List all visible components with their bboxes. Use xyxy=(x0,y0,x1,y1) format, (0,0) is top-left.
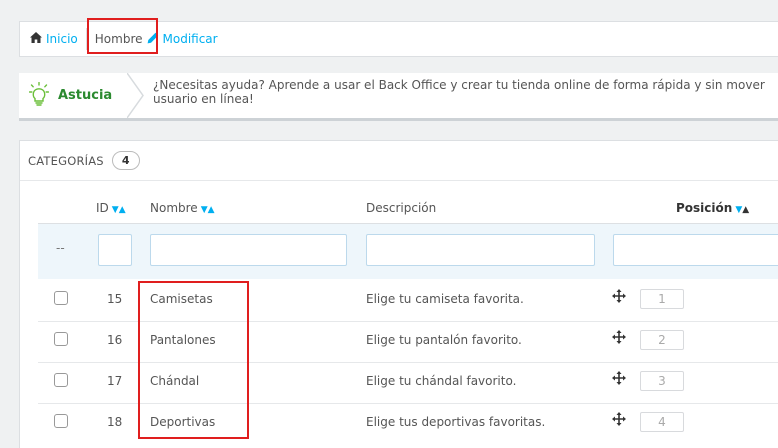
breadcrumb-edit[interactable]: Modificar xyxy=(147,22,218,56)
row-id: 16 xyxy=(107,333,123,347)
position-value: 1 xyxy=(640,289,684,309)
drag-handle-icon[interactable] xyxy=(612,371,626,388)
table-row: 16 Pantalones Elige tu pantalón favorito… xyxy=(38,322,778,363)
drag-handle-icon[interactable] xyxy=(612,412,626,429)
filter-row: -- xyxy=(38,224,778,279)
breadcrumb-current: Hombre xyxy=(94,32,143,46)
table-header: ID ▼▲ Nombre ▼▲ Descripción Posición ▼▲ xyxy=(38,193,778,224)
row-name: Chándal xyxy=(150,374,200,388)
position-value: 2 xyxy=(640,330,684,350)
breadcrumb-separator xyxy=(85,28,87,50)
column-header-name[interactable]: Nombre ▼▲ xyxy=(150,201,215,215)
lightbulb-icon xyxy=(28,81,50,109)
column-header-id[interactable]: ID ▼▲ xyxy=(96,201,126,215)
row-name: Pantalones xyxy=(150,333,216,347)
tip-banner: Astucia ¿Necesitas ayuda? Aprende a usar… xyxy=(19,73,778,121)
tip-message: ¿Necesitas ayuda? Aprende a usar el Back… xyxy=(153,78,778,106)
column-header-position-label: Posición xyxy=(676,201,733,215)
count-badge: 4 xyxy=(111,151,140,170)
table-row: 18 Deportivas Elige tus deportivas favor… xyxy=(38,404,778,444)
row-id: 18 xyxy=(107,415,123,429)
filter-placeholder-dash: -- xyxy=(56,241,65,255)
panel-divider xyxy=(20,180,778,181)
row-checkbox[interactable] xyxy=(54,373,68,387)
breadcrumb-home[interactable]: Inicio xyxy=(30,22,78,56)
filter-description-input[interactable] xyxy=(366,234,595,266)
drag-handle-icon[interactable] xyxy=(612,289,626,306)
row-name: Camisetas xyxy=(150,292,213,306)
filter-name-input[interactable] xyxy=(150,234,347,266)
row-description: Elige tus deportivas favoritas. xyxy=(366,415,546,429)
pencil-icon xyxy=(147,32,159,47)
table-row: 17 Chándal Elige tu chándal favorito. 3 xyxy=(38,363,778,404)
drag-handle-icon[interactable] xyxy=(612,330,626,347)
row-id: 15 xyxy=(107,292,123,306)
filter-position-input[interactable] xyxy=(613,234,778,266)
row-description: Elige tu camiseta favorita. xyxy=(366,292,524,306)
tip-message-line2: usuario en línea! xyxy=(153,92,254,106)
row-id: 17 xyxy=(107,374,123,388)
column-header-position[interactable]: Posición ▼▲ xyxy=(676,201,749,215)
row-description: Elige tu pantalón favorito. xyxy=(366,333,522,347)
row-description: Elige tu chándal favorito. xyxy=(366,374,517,388)
filter-id-input[interactable] xyxy=(98,234,132,266)
row-checkbox[interactable] xyxy=(54,414,68,428)
breadcrumb: Inicio Hombre Modificar xyxy=(19,21,778,57)
tip-label: Astucia xyxy=(19,73,127,118)
column-header-id-label: ID xyxy=(96,201,109,215)
panel-heading: CATEGORÍAS 4 xyxy=(28,151,140,170)
position-value: 4 xyxy=(640,412,684,432)
home-icon xyxy=(30,32,42,46)
breadcrumb-edit-label[interactable]: Modificar xyxy=(163,32,218,46)
table-row: 15 Camisetas Elige tu camiseta favorita.… xyxy=(38,281,778,322)
position-value: 3 xyxy=(640,371,684,391)
row-checkbox[interactable] xyxy=(54,332,68,346)
tip-message-line1: ¿Necesitas ayuda? Aprende a usar el Back… xyxy=(153,78,765,92)
tip-chevron-divider xyxy=(127,73,144,118)
column-header-name-label: Nombre xyxy=(150,201,198,215)
row-checkbox[interactable] xyxy=(54,291,68,305)
row-name: Deportivas xyxy=(150,415,216,429)
panel-title: CATEGORÍAS xyxy=(28,153,104,168)
sort-arrows-icon[interactable]: ▼▲ xyxy=(201,205,215,215)
column-header-description: Descripción xyxy=(366,201,437,215)
sort-arrows-icon[interactable]: ▼▲ xyxy=(735,205,749,215)
sort-arrows-icon[interactable]: ▼▲ xyxy=(112,205,126,215)
categories-panel: CATEGORÍAS 4 ID ▼▲ Nombre ▼▲ Descripción P… xyxy=(19,140,778,448)
breadcrumb-home-label[interactable]: Inicio xyxy=(46,32,78,46)
tip-title: Astucia xyxy=(58,88,113,103)
